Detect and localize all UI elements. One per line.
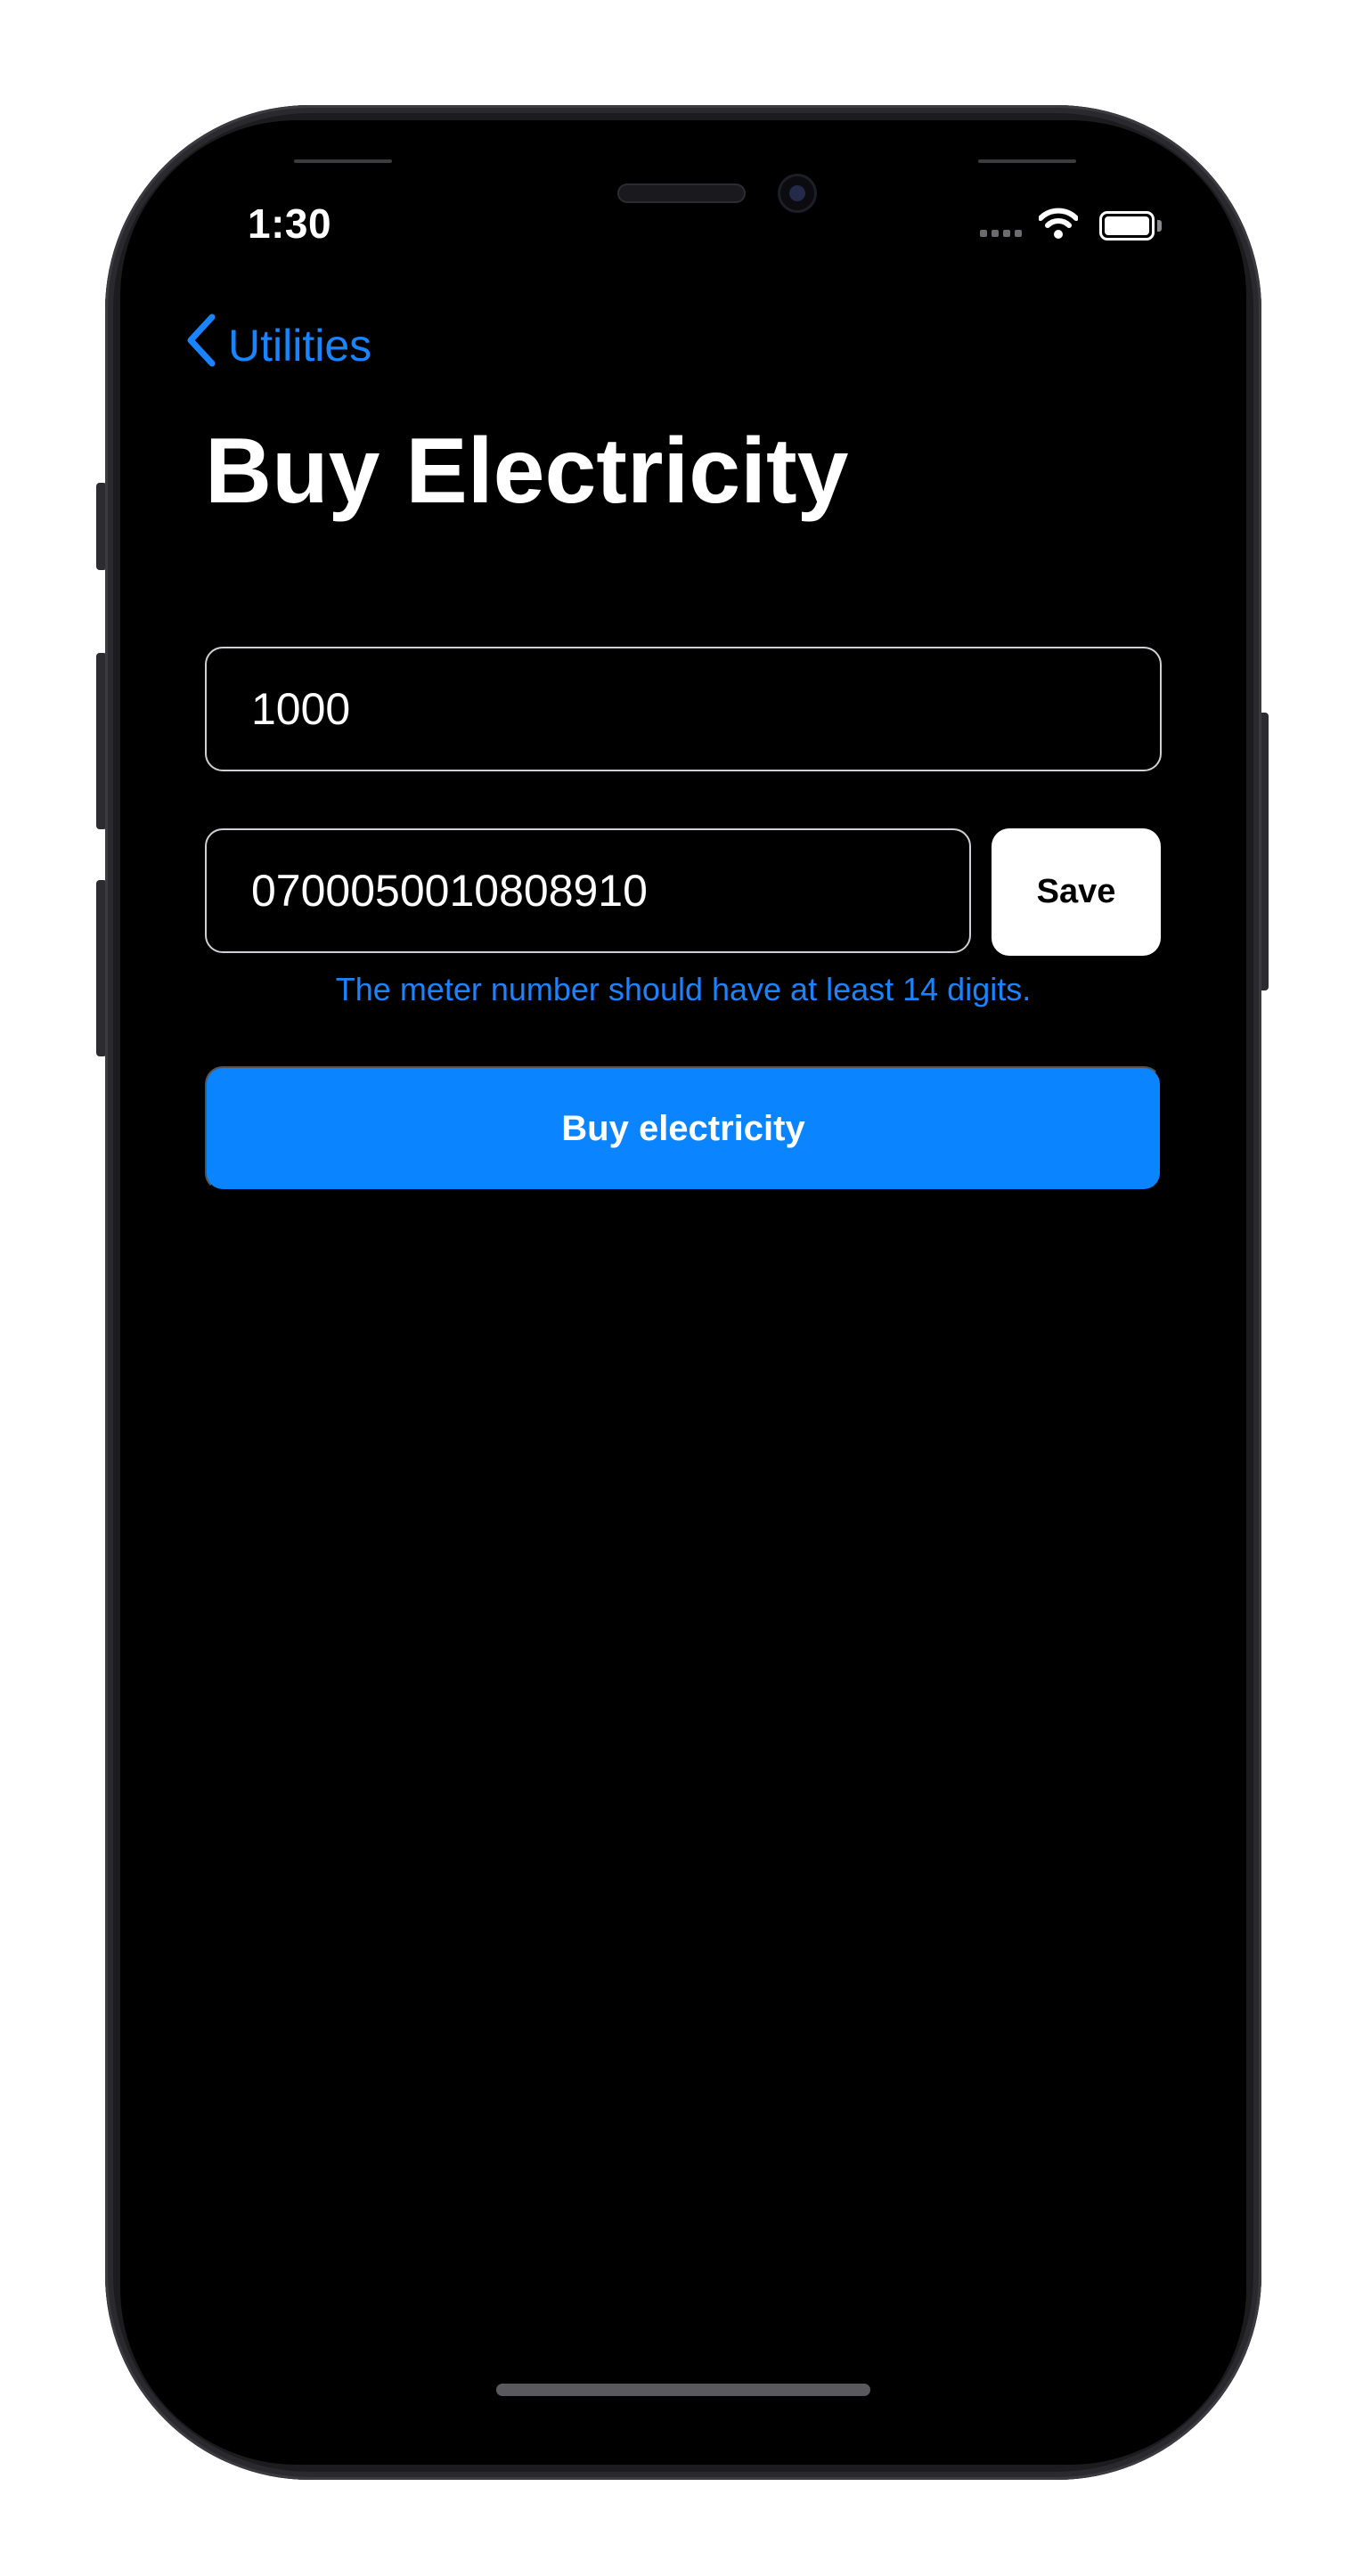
battery-level	[1105, 216, 1149, 235]
buy-electricity-button[interactable]: Buy electricity	[205, 1066, 1162, 1191]
back-button[interactable]: Utilities	[185, 314, 371, 378]
device-frame: 1:30 Utilities Buy Electricity Save The …	[0, 0, 1363, 2576]
home-indicator[interactable]	[496, 2384, 870, 2396]
page-title: Buy Electricity	[205, 420, 849, 523]
chevron-left-icon	[185, 314, 217, 378]
battery-icon	[1099, 211, 1155, 240]
amount-input[interactable]	[251, 683, 1160, 735]
antenna-line	[294, 159, 392, 163]
meter-number-input[interactable]	[251, 865, 969, 917]
front-camera	[778, 174, 817, 213]
back-button-label: Utilities	[228, 321, 372, 371]
save-button[interactable]: Save	[992, 828, 1161, 956]
battery-cap	[1157, 220, 1162, 232]
earpiece-speaker	[617, 183, 746, 203]
meter-number-error: The meter number should have at least 14…	[335, 971, 1032, 1007]
meter-number-field[interactable]	[205, 828, 971, 953]
cellular-signal-icon	[980, 230, 1022, 237]
antenna-line	[978, 159, 1076, 163]
status-time: 1:30	[248, 200, 332, 247]
amount-field[interactable]	[205, 647, 1162, 771]
wifi-icon	[1038, 208, 1079, 244]
